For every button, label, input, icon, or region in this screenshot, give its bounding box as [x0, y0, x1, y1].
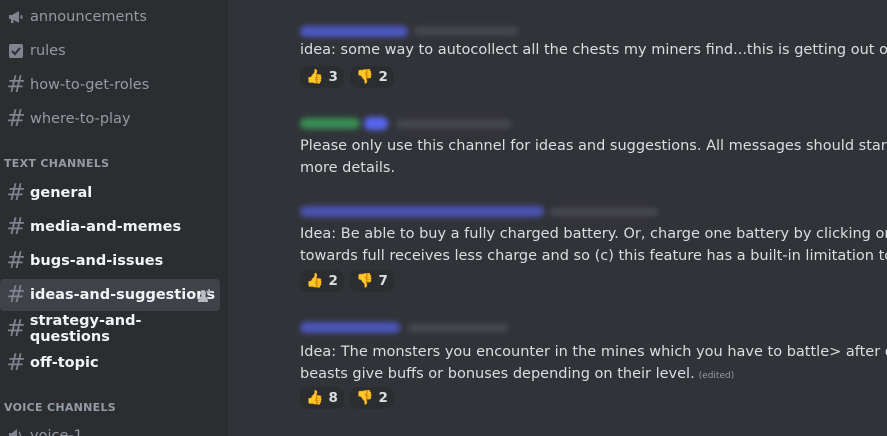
username-redacted[interactable]: [300, 118, 360, 129]
channel-general[interactable]: # general: [0, 177, 220, 209]
channel-sidebar: announcements rules # how-to-get-roles #…: [0, 0, 228, 436]
channel-label: media-and-memes: [30, 219, 182, 235]
edited-label: (edited): [698, 371, 735, 381]
message-text-last-line: beasts give buffs or bonuses depending o…: [300, 363, 734, 387]
message-list: idea: some way to autocollect all the ch…: [228, 0, 887, 436]
thumbs-down-icon: 👎: [356, 390, 374, 406]
message-text: towards full receives less charge and so…: [300, 248, 887, 264]
hash-icon: #: [6, 213, 26, 240]
reaction-thumbs-up[interactable]: 👍 8: [300, 387, 344, 409]
reaction-count: 7: [378, 273, 388, 289]
channel-label: strategy-and-questions: [29, 313, 142, 345]
megaphone-icon: [6, 9, 26, 25]
channel-strategy-and-questions[interactable]: # strategy-and-questions: [0, 313, 220, 345]
message-text: Idea: Be able to buy a fully charged bat…: [300, 226, 887, 242]
create-invite-icon[interactable]: [198, 288, 212, 307]
channel-label: voice-1: [30, 428, 83, 436]
category-text-channels[interactable]: TEXT CHANNELS: [4, 157, 109, 170]
message-text: beasts give buffs or bonuses depending o…: [300, 366, 695, 382]
timestamp-redacted: [396, 120, 512, 128]
channel-how-to-get-roles[interactable]: # how-to-get-roles: [0, 69, 220, 101]
hash-icon: #: [6, 349, 26, 376]
timestamp-redacted: [414, 27, 518, 35]
hash-icon: #: [6, 179, 26, 206]
hash-icon: #: [6, 247, 26, 274]
channel-announcements[interactable]: announcements: [0, 1, 220, 33]
timestamp-redacted: [408, 324, 508, 332]
speaker-icon: [6, 428, 26, 436]
username-redacted[interactable]: [300, 26, 408, 37]
channel-rules[interactable]: rules: [0, 35, 220, 67]
thumbs-down-icon: 👎: [356, 273, 374, 289]
reaction-thumbs-down[interactable]: 👎 7: [350, 270, 394, 292]
channel-label: ideas-and-suggestions: [30, 287, 216, 303]
channel-label: where-to-play: [30, 111, 131, 127]
thumbs-up-icon: 👍: [306, 273, 324, 289]
message-text: idea: some way to autocollect all the ch…: [300, 42, 887, 58]
timestamp-redacted: [550, 208, 658, 216]
username-redacted[interactable]: [300, 322, 400, 333]
hash-icon: #: [6, 281, 26, 308]
hash-icon: #: [6, 71, 26, 98]
channel-ideas-and-suggestions[interactable]: # ideas-and-suggestions: [0, 279, 220, 311]
reaction-thumbs-up[interactable]: 👍 2: [300, 270, 344, 292]
channel-label: general: [30, 185, 93, 201]
channel-label: rules: [30, 43, 66, 59]
channel-media-and-memes[interactable]: # media-and-memes: [0, 211, 220, 243]
channel-label: bugs-and-issues: [30, 253, 164, 269]
reaction-count: 2: [328, 273, 338, 289]
message-text: more details.: [300, 160, 396, 176]
channel-label: announcements: [30, 9, 147, 25]
reaction-thumbs-up[interactable]: 👍 3: [300, 66, 344, 88]
reaction-count: 3: [328, 69, 338, 85]
role-badge-redacted: [364, 117, 388, 130]
reaction-count: 8: [328, 390, 338, 406]
thumbs-down-icon: 👎: [356, 69, 374, 85]
channel-label: how-to-get-roles: [30, 77, 150, 93]
channel-bugs-and-issues[interactable]: # bugs-and-issues: [0, 245, 220, 277]
reaction-thumbs-down[interactable]: 👎 2: [350, 387, 394, 409]
hash-icon: #: [6, 315, 26, 342]
username-redacted[interactable]: [300, 206, 544, 217]
channel-where-to-play[interactable]: # where-to-play: [0, 103, 220, 135]
message-text: Idea: The monsters you encounter in the …: [300, 344, 887, 360]
channel-off-topic[interactable]: # off-topic: [0, 347, 220, 379]
category-voice-channels[interactable]: VOICE CHANNELS: [4, 401, 116, 414]
hash-icon: #: [6, 105, 26, 132]
thumbs-up-icon: 👍: [306, 69, 324, 85]
checkbox-icon: [6, 43, 26, 59]
channel-label: off-topic: [30, 355, 99, 371]
reaction-count: 2: [378, 69, 388, 85]
reaction-thumbs-down[interactable]: 👎 2: [350, 66, 394, 88]
reaction-count: 2: [378, 390, 388, 406]
message-text: Please only use this channel for ideas a…: [300, 138, 887, 154]
thumbs-up-icon: 👍: [306, 390, 324, 406]
channel-voice-1[interactable]: voice-1: [0, 420, 220, 436]
